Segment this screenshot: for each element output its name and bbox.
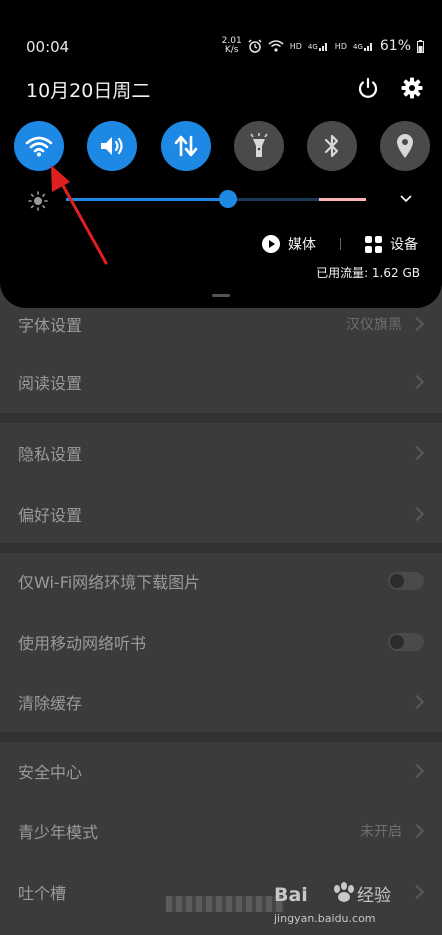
svg-text:经验: 经验 <box>357 886 391 906</box>
svg-text:Bai: Bai <box>274 884 308 906</box>
security-center-row[interactable]: 安全中心 <box>0 741 442 801</box>
font-settings-value: 汉仪旗黑 <box>346 317 402 333</box>
reading-settings-row[interactable]: 阅读设置 <box>0 352 442 412</box>
security-center-label: 安全中心 <box>18 763 83 782</box>
chevron-right-icon <box>409 884 425 900</box>
baidu-watermark: Bai 经验 jingyan.baidu.com <box>273 882 391 925</box>
blurred-text <box>166 896 284 912</box>
preference-settings-row[interactable]: 偏好设置 <box>0 484 442 544</box>
font-settings-label: 字体设置 <box>18 316 83 335</box>
privacy-settings-row[interactable]: 隐私设置 <box>0 423 442 483</box>
mobile-listen-label: 使用移动网络听书 <box>18 634 147 653</box>
chevron-right-icon <box>409 445 425 461</box>
wifi-images-row: 仅Wi-Fi网络环境下载图片 <box>0 551 442 611</box>
chevron-right-icon <box>409 316 425 332</box>
clear-cache-row[interactable]: 清除缓存 <box>0 672 442 732</box>
chevron-right-icon <box>409 374 425 390</box>
section-divider <box>0 413 442 423</box>
feedback-label: 吐个槽 <box>18 884 67 903</box>
chevron-right-icon <box>409 763 425 779</box>
teen-mode-row[interactable]: 青少年模式 未开启 <box>0 801 442 861</box>
teen-mode-value: 未开启 <box>360 824 402 840</box>
annotation-arrow <box>51 165 108 265</box>
wifi-images-toggle[interactable] <box>388 572 424 590</box>
teen-mode-label: 青少年模式 <box>18 823 99 842</box>
svg-text:jingyan.baidu.com: jingyan.baidu.com <box>273 912 376 925</box>
wifi-images-label: 仅Wi-Fi网络环境下载图片 <box>18 573 201 592</box>
privacy-settings-label: 隐私设置 <box>18 445 83 464</box>
clear-cache-label: 清除缓存 <box>18 694 83 713</box>
reading-settings-label: 阅读设置 <box>18 374 83 393</box>
chevron-right-icon <box>409 506 425 522</box>
mobile-listen-row: 使用移动网络听书 <box>0 612 442 672</box>
chevron-right-icon <box>409 694 425 710</box>
mobile-listen-toggle[interactable] <box>388 633 424 651</box>
chevron-right-icon <box>409 823 425 839</box>
preference-settings-label: 偏好设置 <box>18 506 83 525</box>
